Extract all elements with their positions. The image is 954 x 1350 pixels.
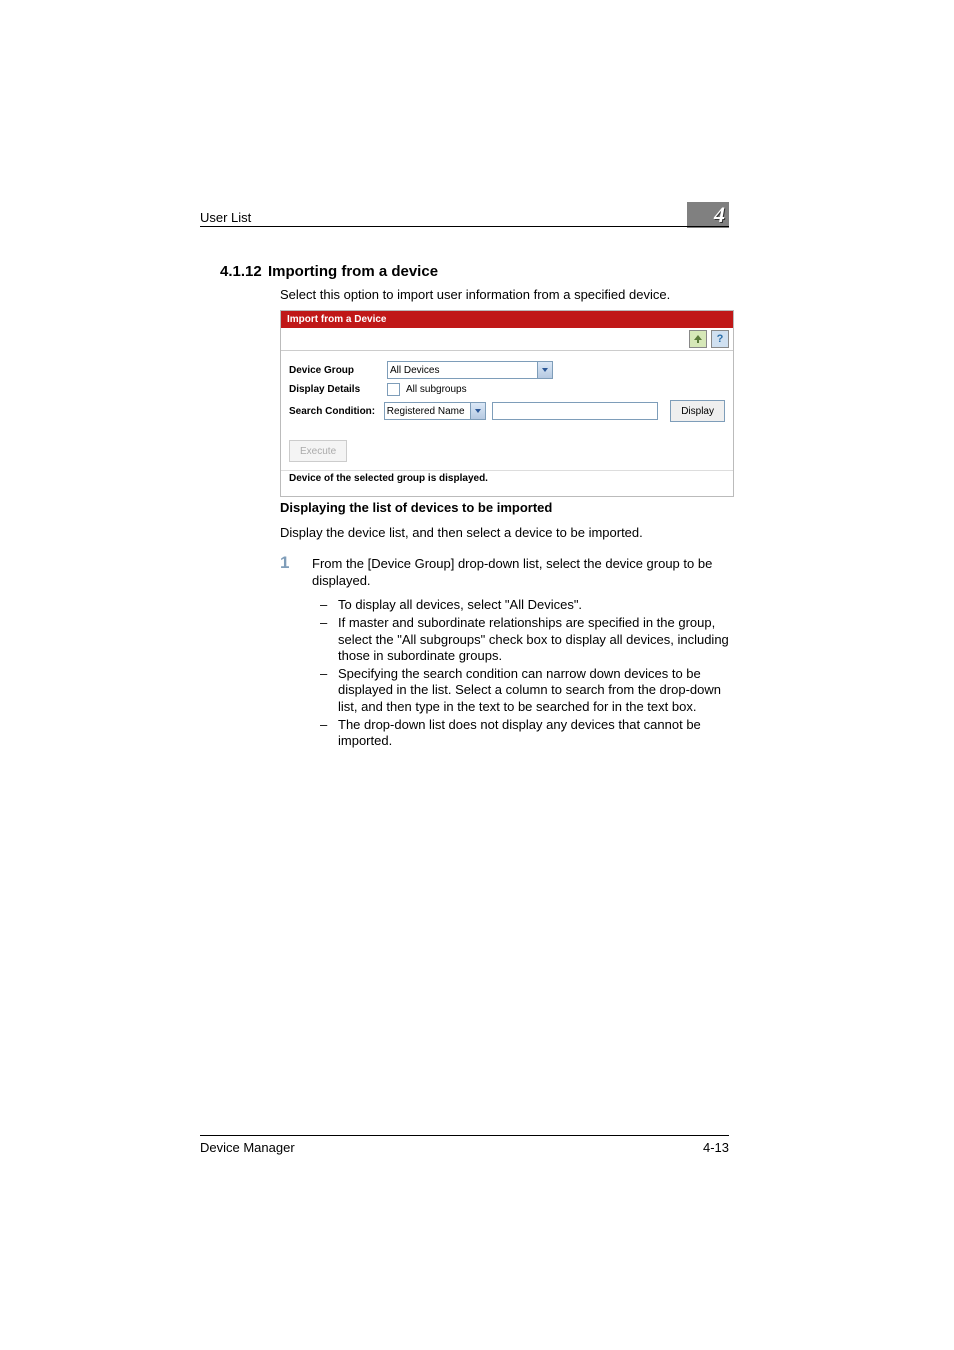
section-title: Importing from a device [268, 263, 438, 280]
device-group-row: Device Group All Devices [289, 361, 725, 379]
footer-left: Device Manager [200, 1140, 295, 1155]
list-item: If master and subordinate relationships … [312, 615, 729, 665]
all-subgroups-label: All subgroups [406, 384, 467, 395]
subsection-description: Display the device list, and then select… [280, 525, 643, 540]
import-panel: Import from a Device ? Device Group All … [280, 310, 734, 497]
step-bullet-list: To display all devices, select "All Devi… [312, 597, 729, 750]
search-condition-select[interactable]: Registered Name [384, 402, 486, 420]
list-item: The drop-down list does not display any … [312, 717, 729, 750]
execute-row: Execute [281, 432, 733, 470]
search-condition-value: Registered Name [387, 406, 465, 417]
list-item: To display all devices, select "All Devi… [312, 597, 729, 614]
header-rule [200, 226, 729, 227]
chevron-down-icon [537, 362, 552, 378]
search-text-input[interactable] [492, 402, 658, 420]
footer-page-number: 4-13 [703, 1140, 729, 1155]
help-icon[interactable]: ? [711, 330, 729, 348]
display-details-label: Display Details [289, 384, 381, 395]
panel-form: Device Group All Devices Display Details… [281, 351, 733, 432]
panel-toolbar: ? [281, 328, 733, 351]
device-group-value: All Devices [390, 365, 439, 376]
chapter-badge: 4 [687, 202, 729, 228]
step-number: 1 [280, 553, 289, 573]
device-group-select[interactable]: All Devices [387, 361, 553, 379]
footer-rule [200, 1135, 729, 1136]
section-number: 4.1.12 [220, 263, 262, 280]
device-group-label: Device Group [289, 365, 381, 376]
execute-button[interactable]: Execute [289, 440, 347, 462]
step-main-text: From the [Device Group] drop-down list, … [312, 556, 729, 589]
chapter-number: 4 [714, 202, 725, 228]
list-item: Specifying the search condition can narr… [312, 666, 729, 716]
search-condition-label: Search Condition: [289, 406, 378, 417]
up-icon[interactable] [689, 330, 707, 348]
subsection-heading: Displaying the list of devices to be imp… [280, 500, 552, 515]
display-details-row: Display Details All subgroups [289, 383, 725, 396]
display-button[interactable]: Display [670, 400, 725, 422]
running-header-title: User List [200, 210, 251, 225]
panel-titlebar: Import from a Device [281, 311, 733, 328]
step-body: From the [Device Group] drop-down list, … [312, 556, 729, 751]
all-subgroups-checkbox[interactable] [387, 383, 400, 396]
section-description: Select this option to import user inform… [280, 287, 670, 302]
search-condition-row: Search Condition: Registered Name Displa… [289, 400, 725, 422]
chevron-down-icon [470, 403, 485, 419]
panel-message: Device of the selected group is displaye… [281, 470, 733, 496]
page: User List 4 4.1.12 Importing from a devi… [0, 0, 954, 1350]
